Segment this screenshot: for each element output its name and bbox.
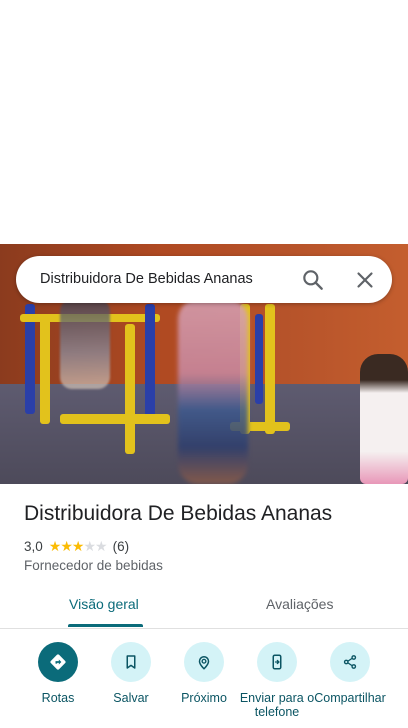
nearby-button[interactable]: Próximo — [164, 642, 244, 705]
search-icon[interactable] — [300, 267, 326, 293]
share-icon — [343, 655, 357, 669]
share-button[interactable]: Compartilhar — [310, 642, 390, 705]
send-to-phone-label: Enviar para o telefone — [239, 691, 315, 719]
place-category: Fornecedor de bebidas — [24, 558, 163, 573]
star-rating: ★★★★★ — [48, 538, 108, 555]
tab-bar: Visão geral Avaliações — [0, 586, 408, 629]
directions-icon — [50, 654, 66, 670]
star-icon: ★ — [60, 538, 73, 554]
star-icon: ★ — [71, 538, 85, 554]
nearby-icon — [198, 656, 210, 670]
map-area[interactable] — [0, 0, 408, 244]
search-input[interactable]: Distribuidora De Bebidas Ananas — [40, 271, 253, 287]
review-count[interactable]: (6) — [113, 539, 130, 554]
save-button[interactable]: Salvar — [91, 642, 171, 705]
tab-indicator — [68, 624, 143, 627]
save-label: Salvar — [113, 691, 149, 705]
search-bar[interactable]: Distribuidora De Bebidas Ananas — [16, 256, 392, 303]
action-bar: Rotas Salvar Próximo Enviar para o telef… — [0, 642, 408, 728]
tab-reviews[interactable]: Avaliações — [266, 596, 333, 612]
rating-row[interactable]: 3,0 ★★★★★ (6) — [24, 538, 129, 555]
send-to-phone-button[interactable]: Enviar para o telefone — [237, 642, 317, 719]
nearby-label: Próximo — [181, 691, 227, 705]
star-icon: ★ — [48, 538, 62, 554]
share-label: Compartilhar — [314, 691, 386, 705]
close-icon[interactable] — [352, 267, 378, 293]
star-icon: ★ — [95, 538, 108, 554]
bookmark-icon — [126, 655, 136, 669]
rating-value: 3,0 — [24, 539, 43, 554]
star-icon: ★ — [83, 538, 96, 554]
tab-overview[interactable]: Visão geral — [69, 596, 139, 612]
directions-button[interactable]: Rotas — [18, 642, 98, 705]
send-to-phone-icon — [272, 654, 282, 670]
directions-label: Rotas — [41, 691, 75, 705]
place-title: Distribuidora De Bebidas Ananas — [24, 502, 333, 525]
